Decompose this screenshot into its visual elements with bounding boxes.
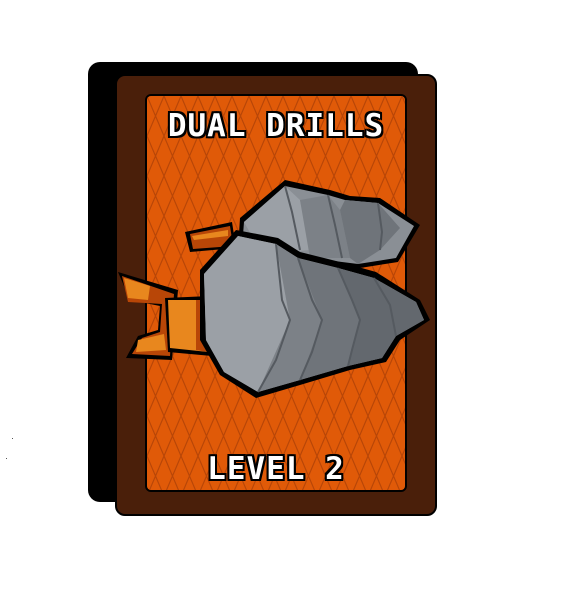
speck — [6, 458, 7, 459]
speck — [12, 438, 13, 439]
dual-drill-icon — [118, 180, 430, 398]
